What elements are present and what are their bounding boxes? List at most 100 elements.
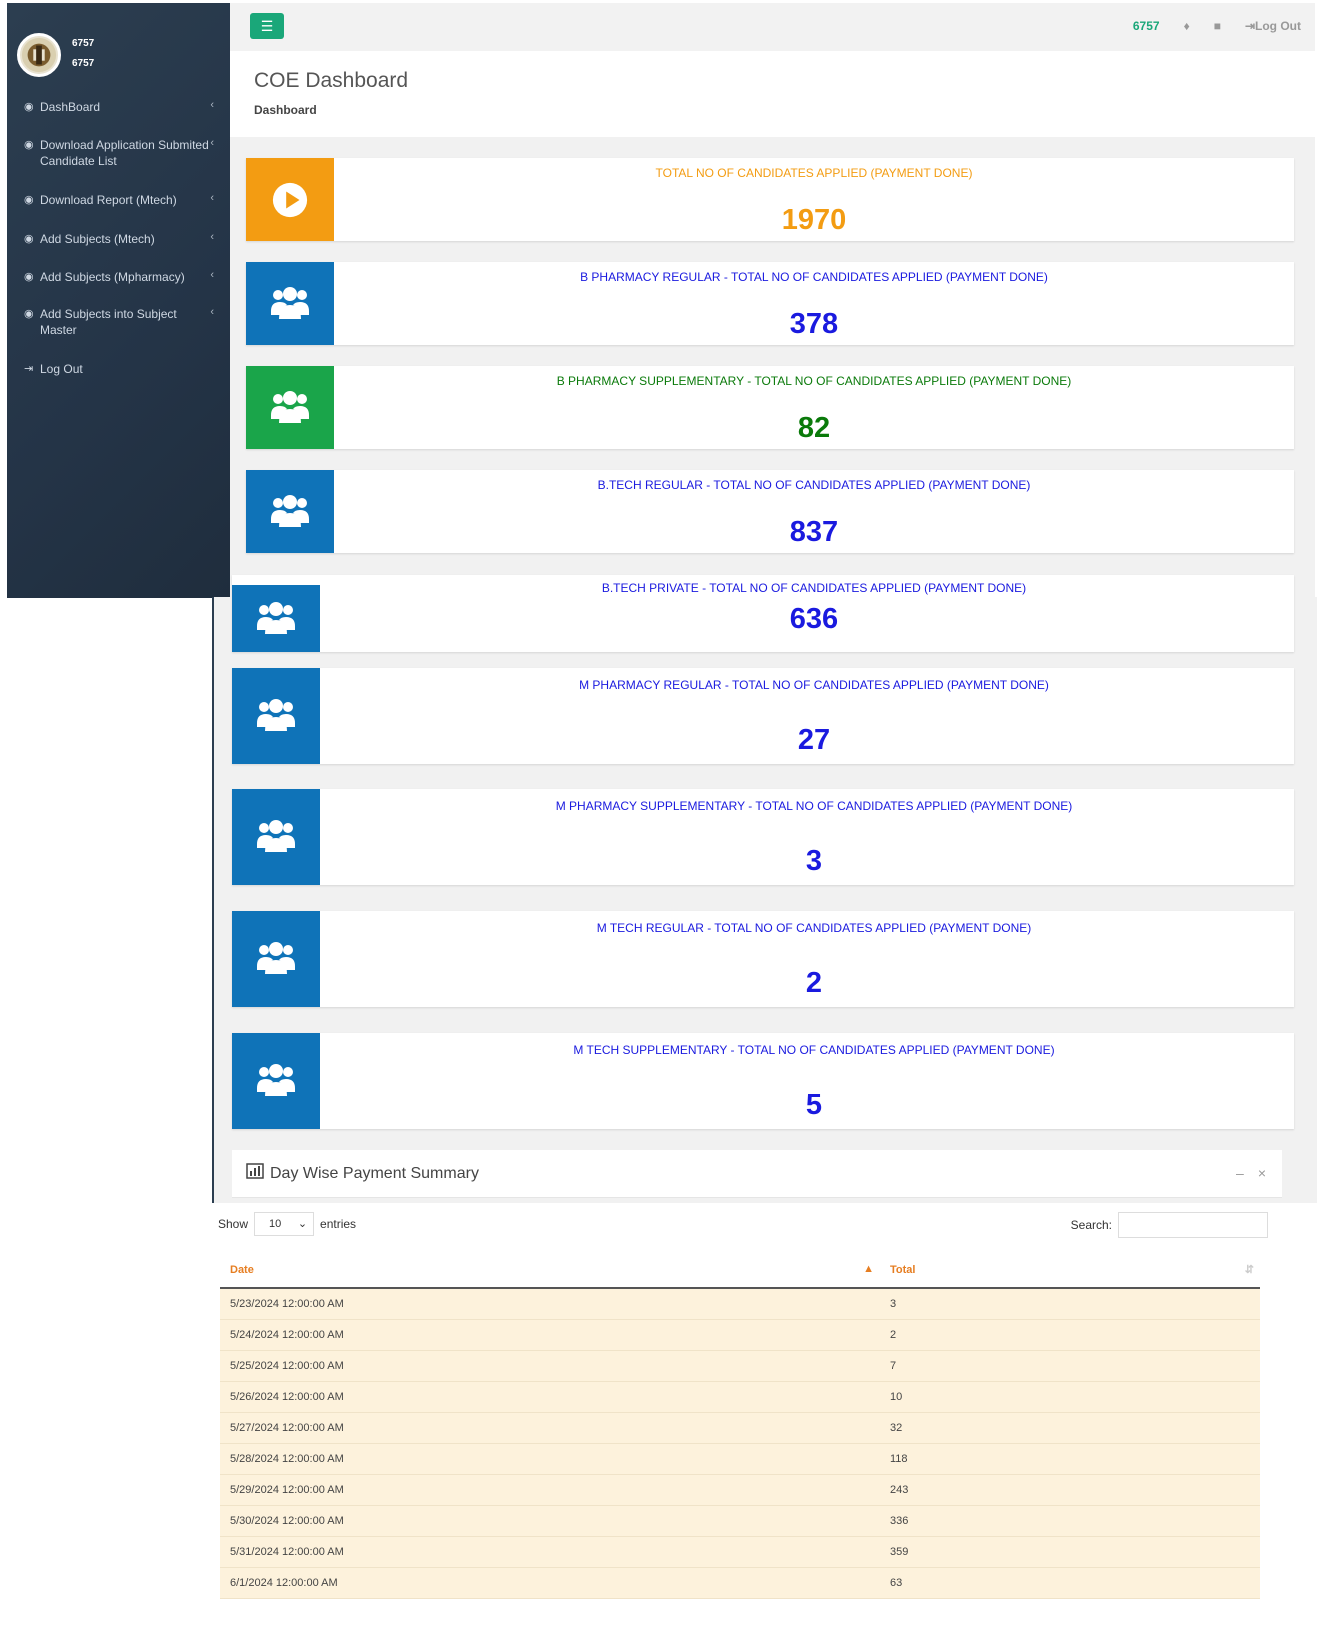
table-row: 5/30/2024 12:00:00 AM 336 [220, 1505, 1260, 1537]
users-icon [257, 601, 295, 634]
cell-total: 32 [880, 1412, 1260, 1444]
user-name-line1: 6757 [72, 38, 95, 49]
cell-total: 10 [880, 1381, 1260, 1413]
stat-card-value: 82 [797, 412, 831, 444]
sidebar-item-label: Download Report (Mtech) [40, 193, 177, 207]
cell-date: 5/29/2024 12:00:00 AM [220, 1474, 880, 1506]
cell-date: 5/25/2024 12:00:00 AM [220, 1350, 880, 1382]
cell-date: 5/24/2024 12:00:00 AM [220, 1319, 880, 1351]
chevron-left-icon: ‹ [210, 137, 214, 149]
stat-card-value: 378 [789, 308, 839, 340]
search-label: Search: [1070, 1218, 1112, 1232]
users-icon [271, 286, 309, 319]
chevron-left-icon: ‹ [210, 192, 214, 204]
cell-total: 7 [880, 1350, 1260, 1382]
sidebar-item-download-application[interactable]: ◉ Download Application Submited Candidat… [7, 137, 230, 169]
dashboard-icon: ◉ [24, 139, 34, 151]
stat-card-mtech-supplementary: M TECH SUPPLEMENTARY - TOTAL NO OF CANDI… [232, 1033, 1294, 1129]
close-icon[interactable]: × [1258, 1165, 1266, 1181]
column-header-total[interactable]: Total ⇵ [880, 1253, 1260, 1289]
column-header-date[interactable]: Date ▲ [220, 1253, 880, 1289]
sidebar-item-subject-master[interactable]: ◉ Add Subjects into Subject Master ‹ [7, 306, 230, 338]
payment-summary-panel: Day Wise Payment Summary – × [232, 1150, 1282, 1198]
breadcrumb[interactable]: Dashboard [254, 103, 317, 117]
cell-date: 6/1/2024 12:00:00 AM [220, 1567, 880, 1599]
cell-date: 5/31/2024 12:00:00 AM [220, 1536, 880, 1568]
menu-toggle-button[interactable]: ☰ [250, 13, 284, 39]
table-body: 5/23/2024 12:00:00 AM 3 5/24/2024 12:00:00… [220, 1288, 1260, 1599]
cell-total: 243 [880, 1474, 1260, 1506]
users-icon [271, 494, 309, 527]
page-title: COE Dashboard [254, 69, 409, 92]
sidebar-item-add-subjects-mpharmacy[interactable]: ◉ Add Subjects (Mpharmacy) ‹ [7, 269, 230, 285]
stat-card-value: 1970 [781, 204, 847, 236]
user-id[interactable]: 6757 [1133, 19, 1160, 33]
stat-card-title: B PHARMACY REGULAR - TOTAL NO OF CANDIDA… [580, 270, 1048, 284]
sidebar-item-dashboard[interactable]: ◉ DashBoard ‹ [7, 99, 230, 115]
users-icon [257, 942, 295, 974]
chevron-left-icon: ‹ [210, 269, 214, 281]
table-row: 5/28/2024 12:00:00 AM 118 [220, 1443, 1260, 1475]
sidebar-item-label: Log Out [40, 362, 83, 376]
stat-card-btech-regular: B.TECH REGULAR - TOTAL NO OF CANDIDATES … [246, 470, 1294, 553]
table-header-row: Date ▲ Total ⇵ [220, 1253, 1260, 1289]
entries-select[interactable]: 10 ⌄ [254, 1212, 315, 1236]
stat-card-mpharm-regular: M PHARMACY REGULAR - TOTAL NO OF CANDIDA… [232, 668, 1294, 764]
stat-card-title: M PHARMACY REGULAR - TOTAL NO OF CANDIDA… [579, 678, 1049, 692]
logout-link[interactable]: ⇥Log Out [1245, 19, 1301, 33]
top-navbar: ☰ 6757 ♦ ■ ⇥Log Out [230, 3, 1315, 51]
entries-label: entries [320, 1217, 357, 1231]
cell-date: 5/23/2024 12:00:00 AM [220, 1288, 880, 1320]
dashboard-icon: ◉ [24, 194, 34, 206]
users-icon [257, 1064, 295, 1096]
sidebar-item-logout[interactable]: ⇥ Log Out [7, 361, 230, 377]
sort-icon: ⇵ [1244, 1264, 1254, 1276]
stat-card-mpharm-supplementary: M PHARMACY SUPPLEMENTARY - TOTAL NO OF C… [232, 789, 1294, 885]
chevron-left-icon: ‹ [210, 306, 214, 318]
sidebar-item-label: Add Subjects (Mtech) [40, 232, 155, 246]
hamburger-icon: ☰ [260, 18, 274, 34]
sidebar-item-add-subjects-mtech[interactable]: ◉ Add Subjects (Mtech) ‹ [7, 231, 230, 247]
search-input[interactable] [1118, 1212, 1268, 1238]
table-row: 5/25/2024 12:00:00 AM 7 [220, 1350, 1260, 1382]
lock-icon[interactable]: ■ [1214, 19, 1221, 33]
chevron-left-icon: ‹ [210, 231, 214, 243]
stat-card-mtech-regular: M TECH REGULAR - TOTAL NO OF CANDIDATES … [232, 911, 1294, 1007]
stat-card-btech-private: B.TECH PRIVATE - TOTAL NO OF CANDIDATES … [232, 575, 1294, 652]
dashboard-icon: ◉ [24, 101, 34, 113]
stat-card-title: B.TECH PRIVATE - TOTAL NO OF CANDIDATES … [601, 581, 1027, 595]
stat-card-title: B PHARMACY SUPPLEMENTARY - TOTAL NO OF C… [556, 374, 1072, 388]
bell-icon[interactable]: ♦ [1184, 19, 1190, 33]
cell-date: 5/28/2024 12:00:00 AM [220, 1443, 880, 1475]
sort-asc-icon: ▲ [863, 1263, 874, 1275]
table-row: 6/1/2024 12:00:00 AM 63 [220, 1567, 1260, 1599]
table-row: 5/29/2024 12:00:00 AM 243 [220, 1474, 1260, 1506]
show-label: Show [218, 1217, 249, 1231]
user-name-line2: 6757 [72, 58, 95, 69]
stat-card-icon-box [246, 470, 334, 553]
top-right-controls: 6757 ♦ ■ ⇥Log Out [1133, 19, 1301, 33]
dashboard-icon: ◉ [24, 308, 34, 320]
sidebar: 6757 6757 ◉ DashBoard ‹ ◉ Download Appli… [7, 3, 230, 598]
cell-total: 2 [880, 1319, 1260, 1351]
table-row: 5/26/2024 12:00:00 AM 10 [220, 1381, 1260, 1413]
institution-logo [17, 33, 61, 77]
stat-card-icon-box [232, 1033, 320, 1129]
stat-card-value: 837 [789, 516, 839, 548]
users-icon [257, 820, 295, 852]
sidebar-item-download-report[interactable]: ◉ Download Report (Mtech) ‹ [7, 192, 230, 208]
minimize-icon[interactable]: – [1236, 1165, 1244, 1181]
stat-card-title: TOTAL NO OF CANDIDATES APPLIED (PAYMENT … [655, 166, 973, 180]
stat-card-title: M TECH REGULAR - TOTAL NO OF CANDIDATES … [596, 921, 1032, 935]
sidebar-brand: 6757 6757 [7, 3, 230, 93]
cell-date: 5/30/2024 12:00:00 AM [220, 1505, 880, 1537]
stat-card-icon-box [232, 585, 320, 652]
dashboard-icon: ◉ [24, 233, 34, 245]
chevron-left-icon: ‹ [210, 99, 214, 111]
sidebar-item-label: DashBoard [40, 100, 101, 114]
play-circle-icon [272, 182, 308, 217]
stat-card-icon-box [246, 158, 334, 241]
stat-card-icon-box [232, 789, 320, 885]
cell-total: 336 [880, 1505, 1260, 1537]
table-row: 5/24/2024 12:00:00 AM 2 [220, 1319, 1260, 1351]
